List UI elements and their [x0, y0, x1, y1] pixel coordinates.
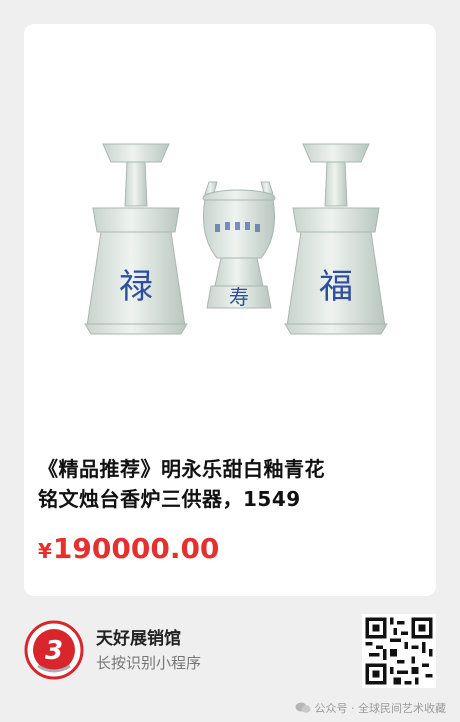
price-value: 190000.00	[52, 532, 220, 565]
mini-program-card[interactable]: 禄 寿 福 《精品推荐》明永乐甜白釉青花 铭文烛台香炉三供器，1549 ¥190…	[24, 24, 436, 596]
product-image: 禄 寿 福	[41, 36, 419, 456]
qr-code-icon	[362, 614, 436, 688]
product-price: ¥190000.00	[38, 532, 219, 565]
watermark: 公众号 · 全球民间艺术收藏	[295, 700, 447, 716]
glyph-shou: 寿	[229, 285, 249, 309]
shop-hint: 长按识别小程序	[96, 654, 202, 672]
glyph-fu: 福	[319, 267, 353, 307]
qr-code[interactable]	[362, 614, 436, 688]
shop-name[interactable]: 天好展销馆	[96, 624, 181, 649]
price-currency: ¥	[38, 539, 52, 563]
svg-text:3: 3	[45, 636, 63, 666]
wechat-icon	[295, 702, 311, 714]
product-title-line2: 铭文烛台香炉三供器，1549	[38, 487, 301, 511]
watermark-text: 公众号 · 全球民间艺术收藏	[314, 702, 447, 715]
product-title: 《精品推荐》明永乐甜白釉青花 铭文烛台香炉三供器，1549	[38, 454, 426, 514]
product-title-line1: 《精品推荐》明永乐甜白釉青花	[38, 457, 325, 481]
glyph-lu: 禄	[119, 267, 153, 307]
shop-logo-icon[interactable]: 3	[24, 620, 84, 680]
mini-program-footer: 3 天好展销馆 长按识别小程序 公众号 · 全球民间艺术收藏	[0, 604, 460, 722]
